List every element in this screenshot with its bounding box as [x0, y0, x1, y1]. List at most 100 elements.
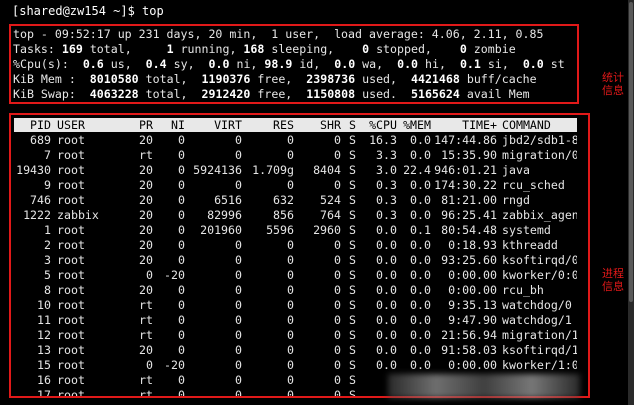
process-ni: 0 — [178, 328, 185, 342]
process-state: S — [349, 298, 356, 312]
process-state: S — [349, 193, 356, 207]
tasks-sleeping-label: sleeping, — [271, 42, 335, 56]
process-res: 0 — [287, 328, 294, 342]
process-shr: 0 — [334, 313, 341, 327]
process-time: 9:35.13 — [448, 298, 497, 312]
process-time: 15:35.90 — [441, 148, 497, 162]
cpu-ni-label: ni, — [236, 57, 258, 71]
process-ni: 0 — [178, 208, 185, 222]
process-shr: 0 — [334, 238, 341, 252]
process-row: 2 root 20 0 0 0 0 S 0.0 0.0 0:18.93 kthreadd — [14, 238, 577, 253]
process-user: root — [57, 223, 85, 237]
process-state: S — [349, 178, 356, 192]
process-command: zabbix_agentd — [502, 208, 577, 222]
cpu-hi: 0.0 — [397, 57, 419, 71]
process-virt: 0 — [235, 358, 242, 372]
process-command: ksoftirqd/1 — [502, 343, 577, 357]
process-virt: 0 — [235, 133, 242, 147]
process-row: 1 root 20 0 201960 5596 2960 S 0.0 0.1 80:54.48 sys… — [14, 223, 577, 238]
swap-free: 2912420 — [201, 87, 251, 101]
process-state: S — [349, 253, 356, 267]
process-res: 0 — [287, 343, 294, 357]
mem-total: 8010580 — [89, 72, 139, 86]
process-virt: 0 — [235, 313, 242, 327]
process-row: 12 root rt 0 0 0 0 S 0.0 0.0 21:56.94 migration/1 — [14, 328, 577, 343]
process-mem: 0.0 — [410, 253, 431, 267]
process-shr: 0 — [334, 373, 341, 387]
process-user: root — [57, 283, 85, 297]
process-time: 21:56.94 — [441, 328, 497, 342]
process-mem: 0.0 — [410, 298, 431, 312]
swap-total-label: total, — [145, 87, 188, 101]
process-pr: 20 — [139, 223, 153, 237]
process-res: 0 — [287, 283, 294, 297]
process-row: 8 root 20 0 0 0 0 S 0.0 0.0 0:00.00 rcu_bh — [14, 283, 577, 298]
process-time: 946:01.21 — [434, 163, 497, 177]
column-header-pr: PR — [139, 118, 153, 132]
tasks-running: 1 — [166, 42, 174, 56]
process-pid: 9 — [44, 178, 51, 192]
process-shr: 524 — [320, 193, 341, 207]
process-pid: 5 — [44, 268, 51, 282]
process-command: rcu_bh — [502, 283, 544, 297]
process-mem: 0.0 — [410, 193, 431, 207]
process-shr: 0 — [334, 388, 341, 398]
process-cpu: 0.0 — [376, 358, 397, 372]
process-cpu: 0.0 — [376, 268, 397, 282]
vertical-scrollbar[interactable] — [628, 0, 634, 405]
cpu-st-label: st — [550, 57, 565, 71]
process-pid: 8 — [44, 283, 51, 297]
process-ni: 0 — [178, 343, 185, 357]
process-ni: 0 — [178, 148, 185, 162]
mem-line: KiB Mem : 8010580 total, 1190376 free, 2… — [13, 72, 577, 87]
column-header-pid: PID — [30, 118, 51, 132]
process-ni: 0 — [178, 373, 185, 387]
process-mem: 0.0 — [410, 148, 431, 162]
scrollbar-thumb[interactable] — [629, 2, 633, 302]
process-user: root — [57, 268, 85, 282]
process-time: 81:21.00 — [441, 193, 497, 207]
process-pr: rt — [139, 328, 153, 342]
process-user: root — [57, 148, 85, 162]
process-mem: 22.4 — [403, 163, 431, 177]
process-res: 0 — [287, 268, 294, 282]
process-row: 746 root 20 0 6516 632 524 S 0.3 0.0 81:21.00 rngd — [14, 193, 577, 208]
process-command: jbd2/sdb1-8 — [502, 133, 577, 147]
process-shr: 0 — [334, 328, 341, 342]
column-header-ni: NI — [171, 118, 185, 132]
process-time: 147:44.86 — [434, 133, 497, 147]
process-state: S — [349, 148, 356, 162]
swap-avail-label: avail Mem — [466, 87, 530, 101]
process-cpu: 0.0 — [376, 223, 397, 237]
process-shr: 8404 — [313, 163, 341, 177]
process-pr: rt — [139, 313, 153, 327]
cpu-wa-label: wa, — [362, 57, 384, 71]
process-state: S — [349, 328, 356, 342]
process-pr: rt — [139, 148, 153, 162]
process-pr: 20 — [139, 178, 153, 192]
process-mem: 0.0 — [410, 343, 431, 357]
process-ni: 0 — [178, 298, 185, 312]
process-state: S — [349, 163, 356, 177]
process-user: zabbix — [57, 208, 99, 222]
process-time: 9:47.90 — [448, 313, 497, 327]
process-cpu: 0.0 — [376, 343, 397, 357]
process-user: root — [57, 193, 85, 207]
process-row: 10 root rt 0 0 0 0 S 0.0 0.0 9:35.13 watchdog/0 — [14, 298, 577, 313]
process-mem: 0.0 — [410, 283, 431, 297]
process-cpu: 0.3 — [376, 178, 397, 192]
process-time: 0:00.00 — [448, 283, 497, 297]
process-state: S — [349, 268, 356, 282]
tasks-total-label: total, — [89, 42, 132, 56]
process-cpu: 0.0 — [376, 283, 397, 297]
tasks-line: Tasks: 169 total, 1 running, 168 sleepin… — [13, 42, 577, 57]
process-state: S — [349, 313, 356, 327]
swap-avail: 5165624 — [410, 87, 460, 101]
process-row: 5root0-20000S0.00.00:00.00kworker/0:0H — [14, 268, 577, 283]
process-pr: 20 — [139, 133, 153, 147]
swap-total: 4063228 — [89, 87, 139, 101]
process-time: 0:00.00 — [448, 358, 497, 372]
process-table-header: PID USER PR NI VIRT RES SHR S %CPU %MEM TIME+ COMMA… — [14, 118, 577, 132]
process-command: systemd — [502, 223, 551, 237]
process-mem: 0.0 — [410, 238, 431, 252]
